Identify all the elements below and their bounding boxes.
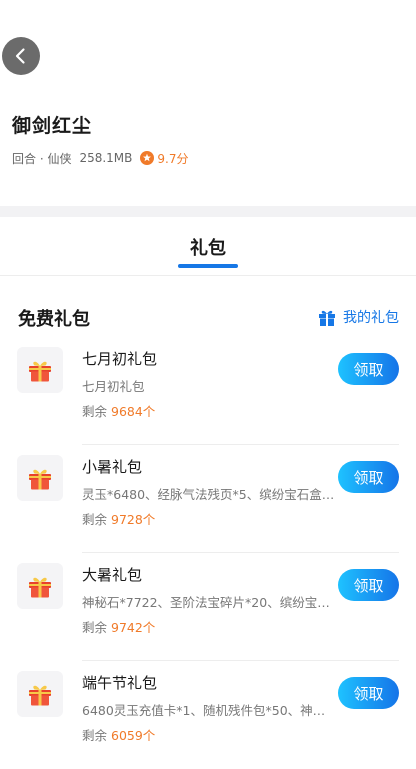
section-separator (0, 206, 416, 217)
gift-description: 灵玉*6480、经脉气法残页*5、缤纷宝石盒*... (82, 487, 336, 502)
claim-button[interactable]: 领取 (338, 569, 399, 601)
gift-description: 神秘石*7722、圣阶法宝碎片*20、缤纷宝石... (82, 595, 336, 610)
tab-bar: 礼包 (0, 217, 416, 276)
game-meta: 回合 · 仙侠 258.1MB 9.7分 (12, 148, 189, 168)
remaining-count: 9728个 (111, 512, 156, 527)
star-icon (140, 151, 155, 165)
gift-item: 七月初礼包 七月初礼包 剩余 9684个 领取 (0, 337, 416, 445)
gift-name: 端午节礼包 (82, 674, 158, 692)
remaining-count: 9684个 (111, 404, 156, 419)
rating-value: 9.7分 (157, 151, 189, 166)
gift-item: 小暑礼包 灵玉*6480、经脉气法残页*5、缤纷宝石盒*... 剩余 9728个… (0, 445, 416, 553)
section-title: 免费礼包 (18, 309, 90, 330)
remaining-count: 6059个 (111, 728, 156, 743)
gift-item: 端午节礼包 6480灵玉充值卡*1、随机残件包*50、神兽... 剩余 6059… (0, 661, 416, 769)
tab-label: 礼包 (190, 238, 226, 259)
gift-name: 大暑礼包 (82, 566, 143, 584)
game-title: 御剑红尘 (12, 115, 93, 137)
gift-name: 小暑礼包 (82, 458, 143, 476)
gift-box-icon (17, 671, 63, 717)
gift-remaining: 剩余 9742个 (82, 617, 155, 636)
gift-description: 6480灵玉充值卡*1、随机残件包*50、神兽... (82, 703, 336, 718)
remaining-label: 剩余 (82, 728, 108, 743)
gift-item: 大暑礼包 神秘石*7722、圣阶法宝碎片*20、缤纷宝石... 剩余 9742个… (0, 553, 416, 661)
gift-remaining: 剩余 9684个 (82, 401, 155, 420)
my-gifts-link[interactable]: 我的礼包 (317, 306, 399, 328)
gift-list: 七月初礼包 七月初礼包 剩余 9684个 领取 小暑礼包 灵玉*6480、经脉气… (0, 337, 416, 769)
gift-box-icon (17, 455, 63, 501)
gift-description: 七月初礼包 (82, 379, 145, 394)
chevron-left-icon (15, 48, 25, 64)
claim-button[interactable]: 领取 (338, 461, 399, 493)
claim-button[interactable]: 领取 (338, 677, 399, 709)
remaining-count: 9742个 (111, 620, 156, 635)
game-size: 258.1MB (79, 151, 133, 165)
remaining-label: 剩余 (82, 512, 108, 527)
my-gifts-label: 我的礼包 (343, 310, 399, 326)
active-tab-indicator (178, 264, 238, 268)
game-rating: 9.7分 (140, 150, 189, 167)
tab-gifts[interactable]: 礼包 (178, 217, 238, 275)
game-genre: 回合 · 仙侠 (12, 151, 72, 166)
remaining-label: 剩余 (82, 404, 108, 419)
claim-button[interactable]: 领取 (338, 353, 399, 385)
gift-box-icon (17, 563, 63, 609)
remaining-label: 剩余 (82, 620, 108, 635)
back-button[interactable] (2, 37, 40, 75)
gift-icon (319, 310, 335, 326)
gift-name: 七月初礼包 (82, 350, 158, 368)
gift-remaining: 剩余 6059个 (82, 725, 155, 744)
gift-remaining: 剩余 9728个 (82, 509, 155, 528)
gift-box-icon (17, 347, 63, 393)
